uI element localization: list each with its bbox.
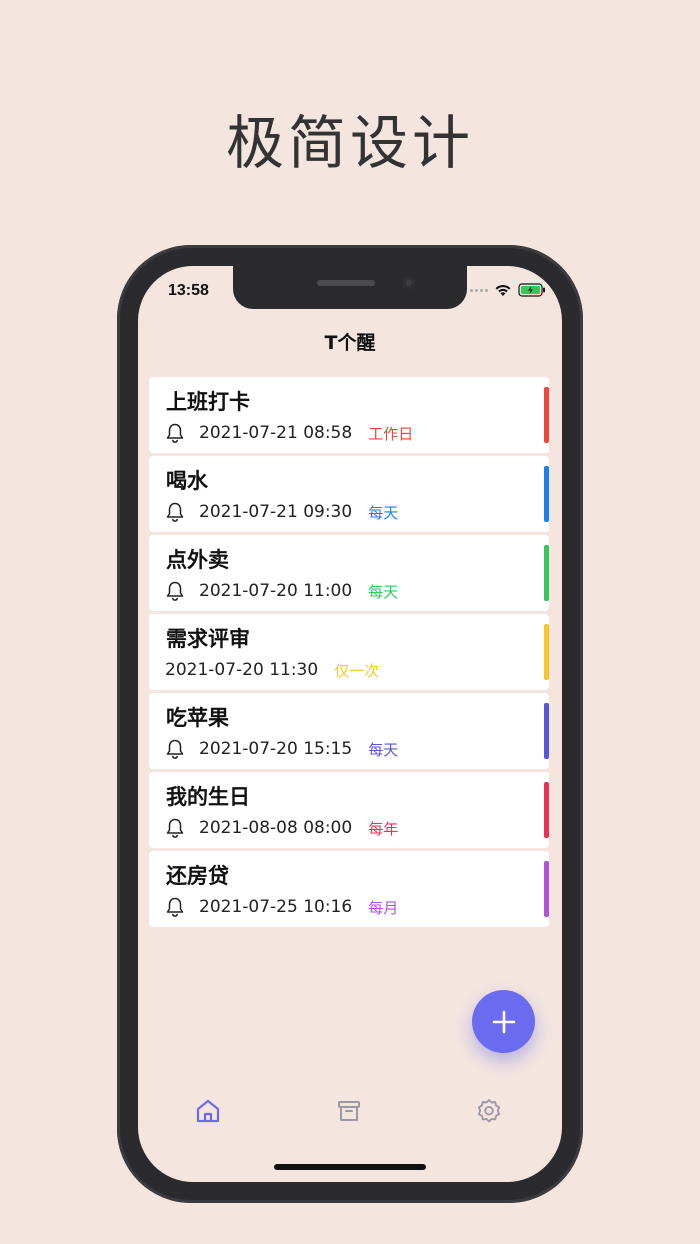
camera [403, 277, 415, 289]
reminder-repeat: 每月 [368, 898, 399, 917]
notch [233, 266, 467, 309]
reminder-repeat: 每年 [368, 819, 399, 838]
reminder-datetime: 2021-07-21 09:30 [199, 502, 353, 522]
reminder-datetime: 2021-07-20 15:15 [199, 739, 353, 759]
reminder-card[interactable]: 还房贷 2021-07-25 10:16 每月 [149, 851, 549, 927]
tab-bar [138, 1091, 562, 1131]
bell-icon [166, 897, 184, 917]
reminder-meta: 2021-08-08 08:00 每年 [165, 816, 398, 840]
reminder-repeat: 每天 [368, 582, 399, 601]
bell-icon [166, 581, 184, 601]
status-time: 13:58 [168, 282, 209, 299]
color-stripe [544, 861, 549, 917]
headline: 极简设计 [225, 109, 474, 177]
reminder-title: 喝水 [166, 469, 208, 493]
reminder-card[interactable]: 需求评审 2021-07-20 11:30 仅一次 [149, 614, 549, 690]
color-stripe [544, 624, 549, 680]
reminder-datetime: 2021-08-08 08:00 [199, 818, 353, 838]
speaker [317, 280, 375, 286]
reminder-title: 上班打卡 [166, 390, 250, 414]
reminder-list: 上班打卡 2021-07-21 08:58 工作日喝水 2021-07-21 09:3… [149, 377, 549, 930]
reminder-repeat: 仅一次 [334, 661, 380, 680]
reminder-meta: 2021-07-21 08:58 工作日 [165, 421, 413, 445]
reminder-datetime: 2021-07-20 11:00 [199, 581, 353, 601]
reminder-datetime: 2021-07-20 11:30 [165, 660, 319, 680]
reminder-card[interactable]: 上班打卡 2021-07-21 08:58 工作日 [149, 377, 549, 453]
phone-screen: 13:58 T个醒 上班打卡 2021-07-21 08:58 工作日喝水 2021-… [138, 266, 562, 1182]
status-icons [470, 283, 546, 297]
gear-icon [477, 1099, 501, 1123]
archive-icon [338, 1101, 360, 1121]
phone-frame: 13:58 T个醒 上班打卡 2021-07-21 08:58 工作日喝水 2021-… [117, 245, 583, 1203]
color-stripe [544, 387, 549, 443]
reminder-datetime: 2021-07-21 08:58 [199, 423, 353, 443]
reminder-meta: 2021-07-25 10:16 每月 [165, 895, 398, 919]
color-stripe [544, 703, 549, 759]
wifi-icon [495, 285, 511, 296]
reminder-card[interactable]: 吃苹果 2021-07-20 15:15 每天 [149, 693, 549, 769]
color-stripe [544, 545, 549, 601]
app-title: T个醒 [324, 332, 376, 354]
reminder-title: 还房贷 [166, 864, 229, 888]
color-stripe [544, 466, 549, 522]
color-stripe [544, 782, 549, 838]
bell-icon [166, 818, 184, 838]
bell-icon [166, 739, 184, 759]
reminder-meta: 2021-07-20 15:15 每天 [165, 737, 398, 761]
reminder-card[interactable]: 我的生日 2021-08-08 08:00 每年 [149, 772, 549, 848]
reminder-repeat: 每天 [368, 503, 399, 522]
reminder-title: 需求评审 [166, 627, 250, 651]
signal-icon [470, 288, 488, 292]
bell-icon [166, 423, 184, 443]
home-icon [196, 1099, 220, 1123]
battery-icon [518, 283, 545, 297]
reminder-repeat: 每天 [368, 740, 399, 759]
bell-icon [166, 502, 184, 522]
reminder-title: 我的生日 [166, 785, 250, 809]
add-reminder-button[interactable] [472, 990, 535, 1053]
plus-icon [492, 1010, 515, 1033]
reminder-card[interactable]: 喝水 2021-07-21 09:30 每天 [149, 456, 549, 532]
tab-archive[interactable] [333, 1095, 365, 1127]
reminder-meta: 2021-07-20 11:30 仅一次 [165, 658, 379, 682]
reminder-meta: 2021-07-20 11:00 每天 [165, 579, 398, 603]
reminder-repeat: 工作日 [368, 424, 414, 443]
reminder-datetime: 2021-07-25 10:16 [199, 897, 353, 917]
tab-settings[interactable] [473, 1095, 505, 1127]
home-indicator [274, 1164, 426, 1170]
reminder-meta: 2021-07-21 09:30 每天 [165, 500, 398, 524]
reminder-title: 点外卖 [166, 548, 229, 572]
tab-home[interactable] [192, 1095, 224, 1127]
reminder-title: 吃苹果 [166, 706, 229, 730]
reminder-card[interactable]: 点外卖 2021-07-20 11:00 每天 [149, 535, 549, 611]
